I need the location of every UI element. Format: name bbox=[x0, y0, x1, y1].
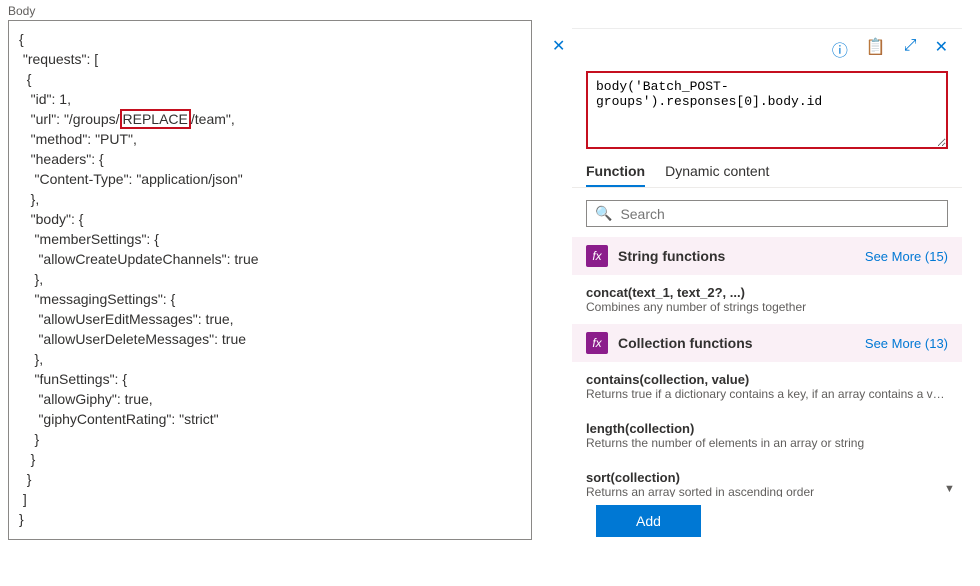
fn-name: concat(text_1, text_2?, ...) bbox=[586, 285, 948, 300]
fn-name: contains(collection, value) bbox=[586, 372, 948, 387]
code-line: ] bbox=[19, 491, 27, 507]
scroll-down-icon[interactable]: ▼ bbox=[944, 483, 960, 495]
tab-bar: Function Dynamic content bbox=[572, 157, 962, 188]
code-line: { bbox=[19, 31, 24, 47]
code-line: "Content-Type": "application/json" bbox=[19, 171, 243, 187]
fn-desc: Returns true if a dictionary contains a … bbox=[586, 387, 948, 401]
code-line: } bbox=[19, 451, 35, 467]
replace-token[interactable]: REPLACE bbox=[120, 109, 191, 129]
code-line: "id": 1, bbox=[19, 91, 71, 107]
code-line: "url": "/groups/ bbox=[19, 111, 120, 127]
fn-sort[interactable]: sort(collection) Returns an array sorted… bbox=[572, 460, 962, 497]
code-line: } bbox=[19, 431, 39, 447]
code-line: "messagingSettings": { bbox=[19, 291, 175, 307]
fn-concat[interactable]: concat(text_1, text_2?, ...) Combines an… bbox=[572, 275, 962, 324]
code-line: { bbox=[19, 71, 31, 87]
code-line: "allowUserDeleteMessages": true bbox=[19, 331, 246, 347]
see-more-link[interactable]: See More (13) bbox=[865, 336, 948, 351]
group-collection-functions[interactable]: fx Collection functions See More (13) bbox=[572, 324, 962, 362]
close-icon[interactable]: ✕ bbox=[552, 36, 565, 56]
fn-name: length(collection) bbox=[586, 421, 948, 436]
clipboard-icon[interactable]: 📋 bbox=[866, 37, 886, 61]
fn-desc: Combines any number of strings together bbox=[586, 300, 948, 314]
function-list[interactable]: fx String functions See More (15) concat… bbox=[572, 237, 962, 497]
code-line: "giphyContentRating": "strict" bbox=[19, 411, 219, 427]
add-button[interactable]: Add bbox=[596, 505, 701, 537]
group-string-functions[interactable]: fx String functions See More (15) bbox=[572, 237, 962, 275]
code-line: }, bbox=[19, 271, 43, 287]
code-line: "allowGiphy": true, bbox=[19, 391, 153, 407]
code-line: } bbox=[19, 471, 31, 487]
body-label: Body bbox=[8, 4, 532, 20]
code-line: "memberSettings": { bbox=[19, 231, 159, 247]
code-line: "headers": { bbox=[19, 151, 104, 167]
fx-icon: fx bbox=[586, 332, 608, 354]
body-panel: Body { "requests": [ { "id": 1, "url": "… bbox=[0, 0, 540, 586]
fn-desc: Returns an array sorted in ascending ord… bbox=[586, 485, 948, 497]
search-input[interactable] bbox=[620, 206, 939, 222]
json-body-editor[interactable]: { "requests": [ { "id": 1, "url": "/grou… bbox=[8, 20, 532, 540]
code-line: }, bbox=[19, 191, 39, 207]
expression-panel: ⓘ 📋 ⤢ ✕ body('Batch_POST-groups').respon… bbox=[572, 28, 962, 545]
expression-text: body('Batch_POST-groups').responses[0].b… bbox=[596, 79, 822, 109]
code-line: "body": { bbox=[19, 211, 83, 227]
tab-dynamic-content[interactable]: Dynamic content bbox=[665, 163, 769, 187]
code-line: "method": "PUT", bbox=[19, 131, 137, 147]
code-line: } bbox=[19, 511, 24, 527]
info-icon[interactable]: ⓘ bbox=[832, 37, 848, 61]
code-line: "requests": [ bbox=[19, 51, 98, 67]
search-box[interactable]: 🔍 bbox=[586, 200, 948, 227]
group-title: String functions bbox=[618, 248, 725, 264]
expression-toolbar: ⓘ 📋 ⤢ ✕ bbox=[572, 29, 962, 67]
code-line: }, bbox=[19, 351, 43, 367]
fn-desc: Returns the number of elements in an arr… bbox=[586, 436, 948, 450]
code-line: "funSettings": { bbox=[19, 371, 127, 387]
tab-function[interactable]: Function bbox=[586, 163, 645, 187]
group-title: Collection functions bbox=[618, 335, 753, 351]
fn-length[interactable]: length(collection) Returns the number of… bbox=[572, 411, 962, 460]
code-line: /team", bbox=[191, 111, 235, 127]
see-more-link[interactable]: See More (15) bbox=[865, 249, 948, 264]
fn-name: sort(collection) bbox=[586, 470, 948, 485]
fn-contains[interactable]: contains(collection, value) Returns true… bbox=[572, 362, 962, 411]
code-line: "allowUserEditMessages": true, bbox=[19, 311, 234, 327]
code-line: "allowCreateUpdateChannels": true bbox=[19, 251, 259, 267]
expression-input[interactable]: body('Batch_POST-groups').responses[0].b… bbox=[586, 71, 948, 149]
close-panel-icon[interactable]: ✕ bbox=[935, 37, 948, 61]
search-icon: 🔍 bbox=[595, 205, 612, 222]
expand-icon[interactable]: ⤢ bbox=[904, 37, 917, 61]
fx-icon: fx bbox=[586, 245, 608, 267]
